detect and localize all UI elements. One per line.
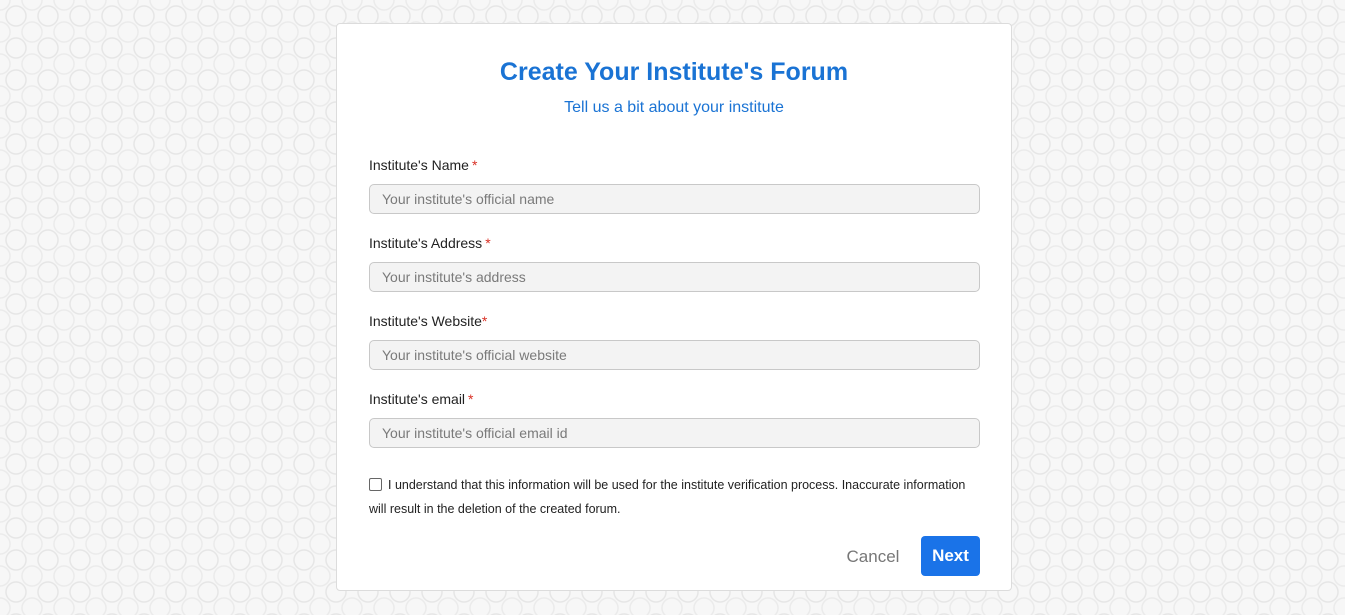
institute-name-label: Institute's Name *	[369, 157, 478, 173]
institute-website-label: Institute's Website*	[369, 313, 488, 329]
cancel-button[interactable]: Cancel	[837, 538, 909, 576]
institute-email-input[interactable]	[369, 418, 980, 448]
required-asterisk: *	[485, 235, 491, 251]
institute-address-input[interactable]	[369, 262, 980, 292]
required-asterisk: *	[468, 391, 474, 407]
required-asterisk: *	[471, 157, 478, 173]
institute-address-label: Institute's Address *	[369, 235, 491, 251]
create-forum-card: Create Your Institute's Forum Tell us a …	[336, 23, 1012, 591]
institute-website-input[interactable]	[369, 340, 980, 370]
institute-name-input[interactable]	[369, 184, 980, 214]
required-asterisk: *	[481, 313, 488, 329]
page-subtitle: Tell us a bit about your institute	[564, 99, 784, 116]
consent-checkbox[interactable]	[369, 478, 382, 491]
consent-text: I understand that this information will …	[369, 478, 966, 516]
institute-email-label: Institute's email *	[369, 391, 474, 407]
next-button[interactable]: Next	[921, 536, 980, 576]
page-title: Create Your Institute's Forum	[499, 58, 849, 86]
consent-row: I understand that this information will …	[369, 473, 969, 521]
